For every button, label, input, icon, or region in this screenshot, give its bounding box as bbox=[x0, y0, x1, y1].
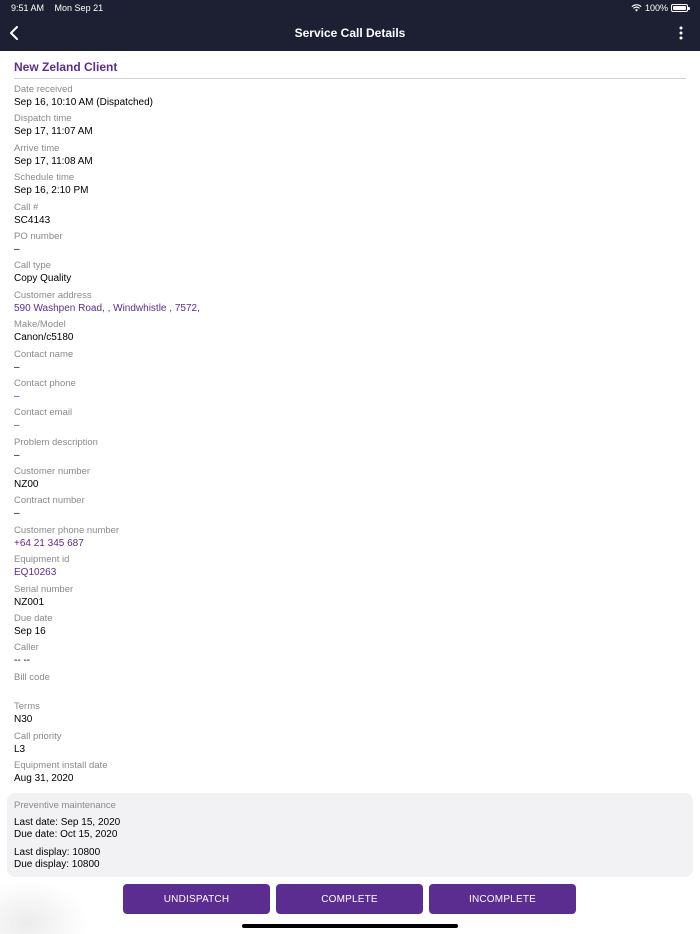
field-value: Sep 17, 11:07 AM bbox=[14, 126, 93, 138]
field-label: Call # bbox=[14, 201, 39, 213]
status-bar-right: 100% bbox=[631, 3, 690, 13]
field-value: L3 bbox=[14, 743, 26, 755]
detail-field: Date received Sep 16, 10:10 AM (Dispatche… bbox=[14, 84, 686, 113]
undispatch-button[interactable]: UNDISPATCH bbox=[123, 884, 270, 914]
field-label: Contract number bbox=[14, 495, 85, 507]
field-label: Call type bbox=[14, 260, 51, 272]
detail-field: Make/Model Canon/c5180 bbox=[14, 319, 686, 348]
complete-button[interactable]: COMPLETE bbox=[276, 884, 423, 914]
detail-field: Equipment install date Aug 31, 2020 bbox=[14, 760, 686, 789]
status-date: Mon Sep 21 bbox=[54, 3, 104, 13]
field-label: Contact name bbox=[14, 348, 74, 360]
field-label: Schedule time bbox=[14, 172, 75, 184]
detail-field: Bill code bbox=[14, 672, 686, 701]
field-value: Aug 31, 2020 bbox=[14, 772, 74, 784]
detail-field: Call priority L3 bbox=[14, 731, 686, 760]
pm-last-date: Last date: Sep 15, 2020 bbox=[14, 817, 121, 828]
pm-due-display: Due display: 10800 bbox=[14, 859, 100, 870]
field-value: Sep 16, 2:10 PM bbox=[14, 185, 89, 197]
detail-field: Equipment id EQ10263 bbox=[14, 554, 686, 583]
more-vertical-icon bbox=[679, 26, 683, 40]
detail-field: Contract number – bbox=[14, 495, 686, 524]
field-label: Contact phone bbox=[14, 377, 76, 389]
detail-field: Contact phone – bbox=[14, 378, 686, 407]
detail-field: Customer number NZ00 bbox=[14, 466, 686, 495]
field-value: – bbox=[14, 449, 20, 461]
field-label: Terms bbox=[14, 701, 40, 713]
action-buttons: UNDISPATCH COMPLETE INCOMPLETE bbox=[123, 884, 576, 914]
field-label: Caller bbox=[14, 642, 39, 654]
detail-field: Arrive time Sep 17, 11:08 AM bbox=[14, 143, 686, 172]
field-label: Date received bbox=[14, 84, 73, 95]
field-label: Customer address bbox=[14, 289, 92, 301]
detail-field: Serial number NZ001 bbox=[14, 584, 686, 613]
detail-field: PO number – bbox=[14, 231, 686, 260]
field-value: – bbox=[14, 243, 20, 255]
field-value: NZ00 bbox=[14, 479, 39, 491]
field-value: – bbox=[14, 361, 20, 373]
details-content: New Zeland Client Date received Sep 16, 1… bbox=[14, 51, 686, 789]
pm-last-display: Last display: 10800 bbox=[14, 847, 101, 858]
field-label: Contact email bbox=[14, 407, 73, 419]
field-label: Bill code bbox=[14, 671, 50, 683]
field-value: Copy Quality bbox=[14, 273, 72, 285]
field-value: NZ001 bbox=[14, 596, 45, 608]
detail-field: Call # SC4143 bbox=[14, 202, 686, 231]
field-value: -- -- bbox=[14, 655, 31, 667]
detail-field: Caller -- -- bbox=[14, 642, 686, 671]
status-bar-left: 9:51 AM Mon Sep 21 bbox=[11, 3, 111, 13]
field-label: PO number bbox=[14, 230, 63, 242]
home-indicator bbox=[242, 924, 458, 928]
detail-field: Terms N30 bbox=[14, 701, 686, 730]
detail-field: Problem description – bbox=[14, 437, 686, 466]
detail-field: Contact name – bbox=[14, 349, 686, 378]
pm-title: Preventive maintenance bbox=[14, 800, 116, 811]
field-label: Equipment id bbox=[14, 554, 70, 566]
detail-field: Contact email – bbox=[14, 407, 686, 436]
fields-list: Date received Sep 16, 10:10 AM (Dispatche… bbox=[14, 84, 686, 789]
field-label: Problem description bbox=[14, 436, 98, 448]
field-value: Sep 17, 11:08 AM bbox=[14, 155, 93, 167]
preventive-maintenance-card: Preventive maintenance Last date: Sep 15… bbox=[7, 793, 693, 877]
field-value-link[interactable]: +64 21 345 687 bbox=[14, 537, 686, 550]
divider bbox=[14, 78, 686, 79]
field-value: – bbox=[14, 508, 20, 520]
field-label: Make/Model bbox=[14, 319, 66, 331]
pm-due-date: Due date: Oct 15, 2020 bbox=[14, 829, 118, 840]
detail-field: Call type Copy Quality bbox=[14, 260, 686, 289]
field-value-link[interactable]: 590 Washpen Road, , Windwhistle , 7572, bbox=[14, 302, 686, 315]
detail-field: Customer address 590 Washpen Road, , Wind… bbox=[14, 290, 686, 319]
field-value bbox=[14, 684, 686, 697]
detail-field: Dispatch time Sep 17, 11:07 AM bbox=[14, 113, 686, 142]
field-value: SC4143 bbox=[14, 214, 51, 226]
field-value: Canon/c5180 bbox=[14, 332, 74, 344]
field-label: Equipment install date bbox=[14, 759, 108, 771]
field-label: Serial number bbox=[14, 583, 74, 595]
field-label: Call priority bbox=[14, 730, 62, 742]
field-value: Sep 16 bbox=[14, 626, 46, 638]
more-options-button[interactable] bbox=[676, 25, 686, 41]
page-title: Service Call Details bbox=[294, 26, 406, 40]
field-value: Sep 16, 10:10 AM (Dispatched) bbox=[14, 97, 153, 108]
detail-field: Due date Sep 16 bbox=[14, 613, 686, 642]
field-label: Customer phone number bbox=[14, 524, 120, 536]
status-time: 9:51 AM bbox=[11, 3, 45, 13]
wifi-icon bbox=[631, 4, 642, 12]
field-label: Arrive time bbox=[14, 142, 60, 154]
incomplete-button[interactable]: INCOMPLETE bbox=[429, 884, 576, 914]
field-value: N30 bbox=[14, 714, 33, 726]
field-value-link[interactable]: – bbox=[14, 419, 686, 432]
detail-field: Schedule time Sep 16, 2:10 PM bbox=[14, 172, 686, 201]
field-label: Due date bbox=[14, 613, 53, 625]
battery-percent: 100% bbox=[644, 3, 668, 13]
field-value-link[interactable]: – bbox=[14, 390, 686, 403]
corner-shadow bbox=[0, 880, 90, 934]
battery-icon bbox=[671, 4, 690, 12]
top-bar: 9:51 AM Mon Sep 21 100% Service Call Det… bbox=[0, 0, 700, 51]
client-name: New Zeland Client bbox=[14, 60, 118, 74]
detail-field: Customer phone number +64 21 345 687 bbox=[14, 525, 686, 554]
field-label: Customer number bbox=[14, 466, 91, 478]
field-label: Dispatch time bbox=[14, 113, 72, 125]
field-value-link[interactable]: EQ10263 bbox=[14, 566, 686, 579]
